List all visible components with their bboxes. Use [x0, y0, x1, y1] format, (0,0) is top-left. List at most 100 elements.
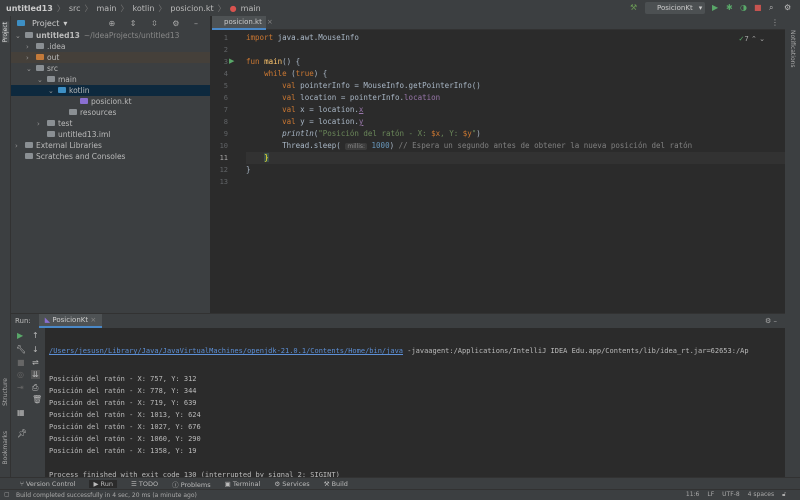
close-icon[interactable]: ×: [267, 18, 273, 26]
tree-item[interactable]: ⌄ main: [11, 74, 210, 85]
tree-item-label: resources: [80, 108, 117, 117]
folder-icon: [47, 120, 55, 126]
tree-item[interactable]: › test: [11, 118, 210, 129]
tree-item-label: untitled13: [36, 31, 80, 40]
right-tool-stripe: Notifications: [785, 16, 800, 484]
tree-item-label: src: [47, 64, 58, 73]
stop-icon[interactable]: ■: [754, 3, 762, 12]
code-line: import java.awt.MouseInfo: [246, 33, 359, 42]
breadcrumb-kotlin[interactable]: kotlin: [133, 4, 155, 13]
java-path-link[interactable]: /Users/jesusn/Library/Java/JavaVirtualMa…: [49, 347, 403, 355]
coverage-icon[interactable]: ◑: [740, 3, 747, 12]
tool-tab-services[interactable]: ⚙ Services: [274, 480, 309, 488]
tree-item[interactable]: ⌄ kotlin: [11, 85, 210, 96]
panel-actions[interactable]: ⊕ ⇕ ⇳ ⚙ –: [109, 19, 204, 28]
code-line: Thread.sleep( millis: 1000) // Espera un…: [246, 141, 693, 150]
tool-tab-problems[interactable]: ⓘ Problems: [172, 479, 211, 489]
rerun-icon[interactable]: ▶: [17, 331, 23, 340]
run-icon[interactable]: ▶: [712, 3, 718, 12]
tree-item[interactable]: resources: [11, 107, 210, 118]
breadcrumb-src[interactable]: src: [69, 4, 81, 13]
tree-item[interactable]: › .idea: [11, 41, 210, 52]
breadcrumb-file[interactable]: posicion.kt: [170, 4, 213, 13]
project-view-icon: [17, 20, 25, 26]
folder-icon: [25, 153, 33, 159]
tool-tab-terminal[interactable]: ▣ Terminal: [225, 480, 261, 488]
breadcrumb-main[interactable]: main: [97, 4, 117, 13]
function-icon: ●: [229, 3, 237, 13]
tree-item[interactable]: ⌄ untitled13 ~/IdeaProjects/untitled13: [11, 30, 210, 41]
tool-tab-run[interactable]: ▶ Run: [89, 479, 117, 488]
run-gutter-icon[interactable]: ▶: [229, 57, 234, 65]
tab-posicion-kt[interactable]: posicion.kt ×: [212, 16, 273, 30]
scroll-to-end-icon[interactable]: ⇊: [31, 370, 40, 379]
notifications-tool-button[interactable]: Notifications: [789, 30, 796, 68]
search-icon[interactable]: ⌕: [769, 3, 773, 13]
breadcrumb-function[interactable]: main: [241, 4, 261, 13]
settings-icon[interactable]: ⚙ –: [765, 317, 777, 325]
tree-item-label: main: [58, 75, 77, 84]
tab-posicionkt[interactable]: ◣ PosicionKt ×: [38, 314, 103, 328]
line-number: 7: [223, 106, 228, 114]
line-number: 8: [223, 118, 228, 126]
lock-icon[interactable]: 🔓︎: [782, 491, 786, 499]
module-file-icon: [47, 131, 55, 137]
indent-setting[interactable]: 4 spaces: [748, 491, 774, 499]
line-number: 1: [223, 34, 228, 42]
code-area[interactable]: import java.awt.MouseInfo fun main() { w…: [246, 32, 785, 188]
stop-icon[interactable]: ■: [17, 358, 25, 367]
todo-icon: ☰: [130, 479, 139, 488]
breadcrumb-project[interactable]: untitled13: [6, 4, 53, 13]
scroll-down-icon[interactable]: ↓: [32, 345, 39, 354]
line-number: 3: [223, 58, 228, 66]
layout-icon[interactable]: ▦: [17, 408, 25, 417]
print-icon[interactable]: ⎙: [32, 383, 38, 393]
line-separator[interactable]: LF: [707, 491, 714, 499]
folder-icon: [58, 87, 66, 93]
status-message[interactable]: Build completed successfully in 4 sec, 2…: [16, 492, 197, 499]
toggle-panels-icon[interactable]: ▢: [4, 491, 10, 498]
tool-tab-build[interactable]: ⚒ Build: [324, 480, 348, 488]
structure-tool-button[interactable]: Structure: [2, 378, 9, 406]
folder-icon: [36, 43, 44, 49]
tool-tab-version-control[interactable]: ⑂ Version Control: [20, 480, 75, 488]
problems-icon: ⓘ: [172, 480, 181, 489]
left-tool-stripe: Project Structure Bookmarks: [0, 16, 11, 484]
chevron-down-icon[interactable]: ▾: [63, 19, 67, 28]
file-encoding[interactable]: UTF-8: [722, 491, 740, 499]
folder-icon: [36, 54, 44, 60]
exit-icon[interactable]: ⇥: [17, 383, 24, 392]
tool-tab-todo[interactable]: ☰ TODO: [131, 480, 158, 488]
run-configuration-select[interactable]: PosicionKt ▾: [645, 2, 705, 14]
debug-icon[interactable]: ✱: [726, 3, 733, 12]
wrench-icon[interactable]: 🔧︎: [16, 345, 26, 354]
tree-item[interactable]: untitled13.iml: [11, 129, 210, 140]
tree-item[interactable]: Scratches and Consoles: [11, 151, 210, 162]
tool-tab-label: Build: [331, 479, 348, 488]
scroll-up-icon[interactable]: ↑: [32, 331, 39, 340]
pin-icon[interactable]: 📌︎: [17, 429, 27, 438]
tree-item-label: External Libraries: [36, 141, 102, 150]
line-number: 13: [219, 178, 228, 186]
tree-item-label: untitled13.iml: [58, 130, 111, 139]
kotlin-file-icon: [80, 98, 88, 104]
trash-icon[interactable]: 🗑︎: [32, 395, 42, 404]
tree-item[interactable]: › out: [11, 52, 210, 63]
build-icon[interactable]: ⚒: [630, 3, 637, 12]
more-icon[interactable]: ⋮: [771, 18, 779, 27]
settings-icon[interactable]: ⚙: [784, 3, 791, 12]
project-view-select[interactable]: Project: [32, 19, 59, 28]
tree-item[interactable]: ⌄ src: [11, 63, 210, 74]
tool-window-bar: ⑂ Version Control ▶ Run ☰ TODO ⓘ Problems ▣ …: [0, 477, 800, 489]
caret-position[interactable]: 11:6: [686, 491, 699, 499]
camera-icon[interactable]: ◎: [17, 370, 24, 379]
tree-item[interactable]: › External Libraries: [11, 140, 210, 151]
bookmarks-tool-button[interactable]: Bookmarks: [2, 431, 9, 465]
close-icon[interactable]: ×: [90, 316, 96, 324]
tree-item[interactable]: posicion.kt: [11, 96, 210, 107]
console-output[interactable]: /Users/jesusn/Library/Java/JavaVirtualMa…: [49, 329, 785, 497]
project-tool-button[interactable]: Project: [2, 22, 9, 43]
soft-wrap-icon[interactable]: ⇌: [32, 358, 39, 367]
